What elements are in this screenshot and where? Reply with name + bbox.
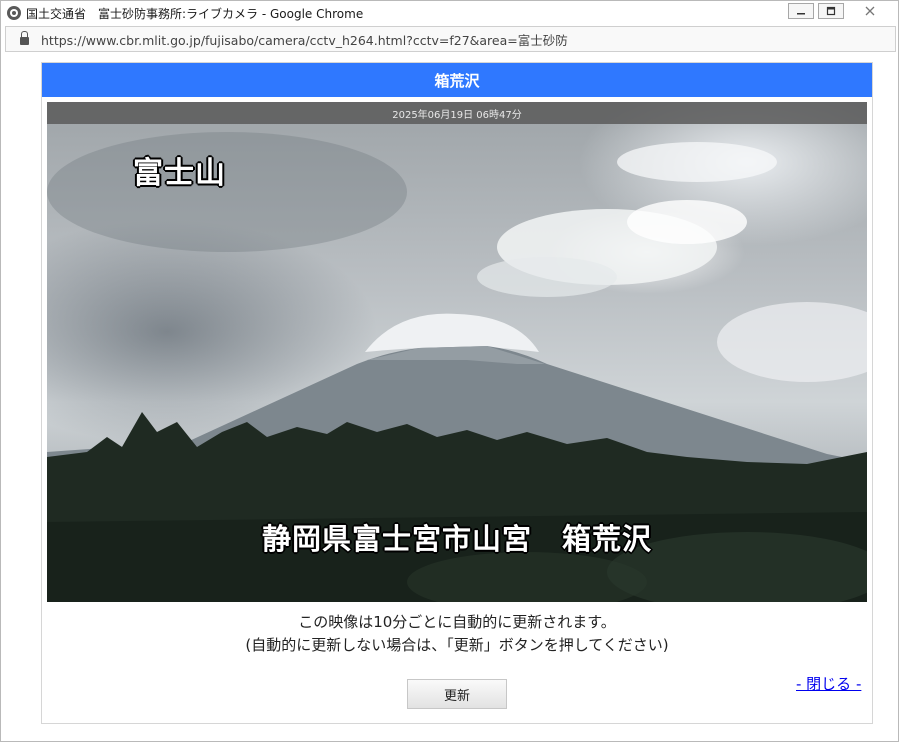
close-window-button[interactable]: [848, 3, 892, 19]
close-icon: [865, 6, 875, 16]
camera-overlay-title: 富士山: [133, 156, 226, 191]
camera-popup: 箱荒沢 2025年06月19日 06時47分 富士山 静岡県富士宮市山宮 箱荒沢…: [41, 62, 873, 724]
maximize-button[interactable]: [818, 3, 844, 19]
popup-title: 箱荒沢: [434, 71, 480, 90]
update-notice: この映像は10分ごとに自動的に更新されます。 (自動的に更新しない場合は、「更新…: [42, 611, 872, 657]
chrome-app-icon: [7, 6, 21, 20]
close-link[interactable]: - 閉じる -: [796, 671, 866, 697]
browser-window: 国土交通省 富士砂防事務所:ライブカメラ - Google Chrome htt…: [0, 0, 899, 742]
maximize-icon: [826, 6, 836, 16]
camera-overlay-location: 静岡県富士宮市山宮 箱荒沢: [261, 522, 652, 556]
title-bar[interactable]: 国土交通省 富士砂防事務所:ライブカメラ - Google Chrome: [1, 1, 898, 25]
notice-line-1: この映像は10分ごとに自動的に更新されます。: [298, 613, 616, 631]
camera-image: 2025年06月19日 06時47分 富士山 静岡県富士宮市山宮 箱荒沢: [47, 102, 867, 602]
address-bar[interactable]: https://www.cbr.mlit.go.jp/fujisabo/came…: [5, 26, 896, 52]
camera-timestamp-bar: 2025年06月19日 06時47分: [47, 102, 867, 124]
refresh-button[interactable]: 更新: [407, 679, 507, 709]
popup-header: 箱荒沢: [42, 63, 872, 97]
window-controls: [788, 3, 892, 19]
url-text[interactable]: https://www.cbr.mlit.go.jp/fujisabo/came…: [41, 30, 568, 49]
camera-timestamp: 2025年06月19日 06時47分: [392, 109, 522, 121]
minimize-icon: [797, 13, 805, 15]
lock-icon: [20, 31, 29, 45]
notice-line-2: (自動的に更新しない場合は、「更新」ボタンを押してください): [245, 636, 669, 654]
window-title: 国土交通省 富士砂防事務所:ライブカメラ - Google Chrome: [26, 6, 364, 21]
minimize-button[interactable]: [788, 3, 814, 19]
